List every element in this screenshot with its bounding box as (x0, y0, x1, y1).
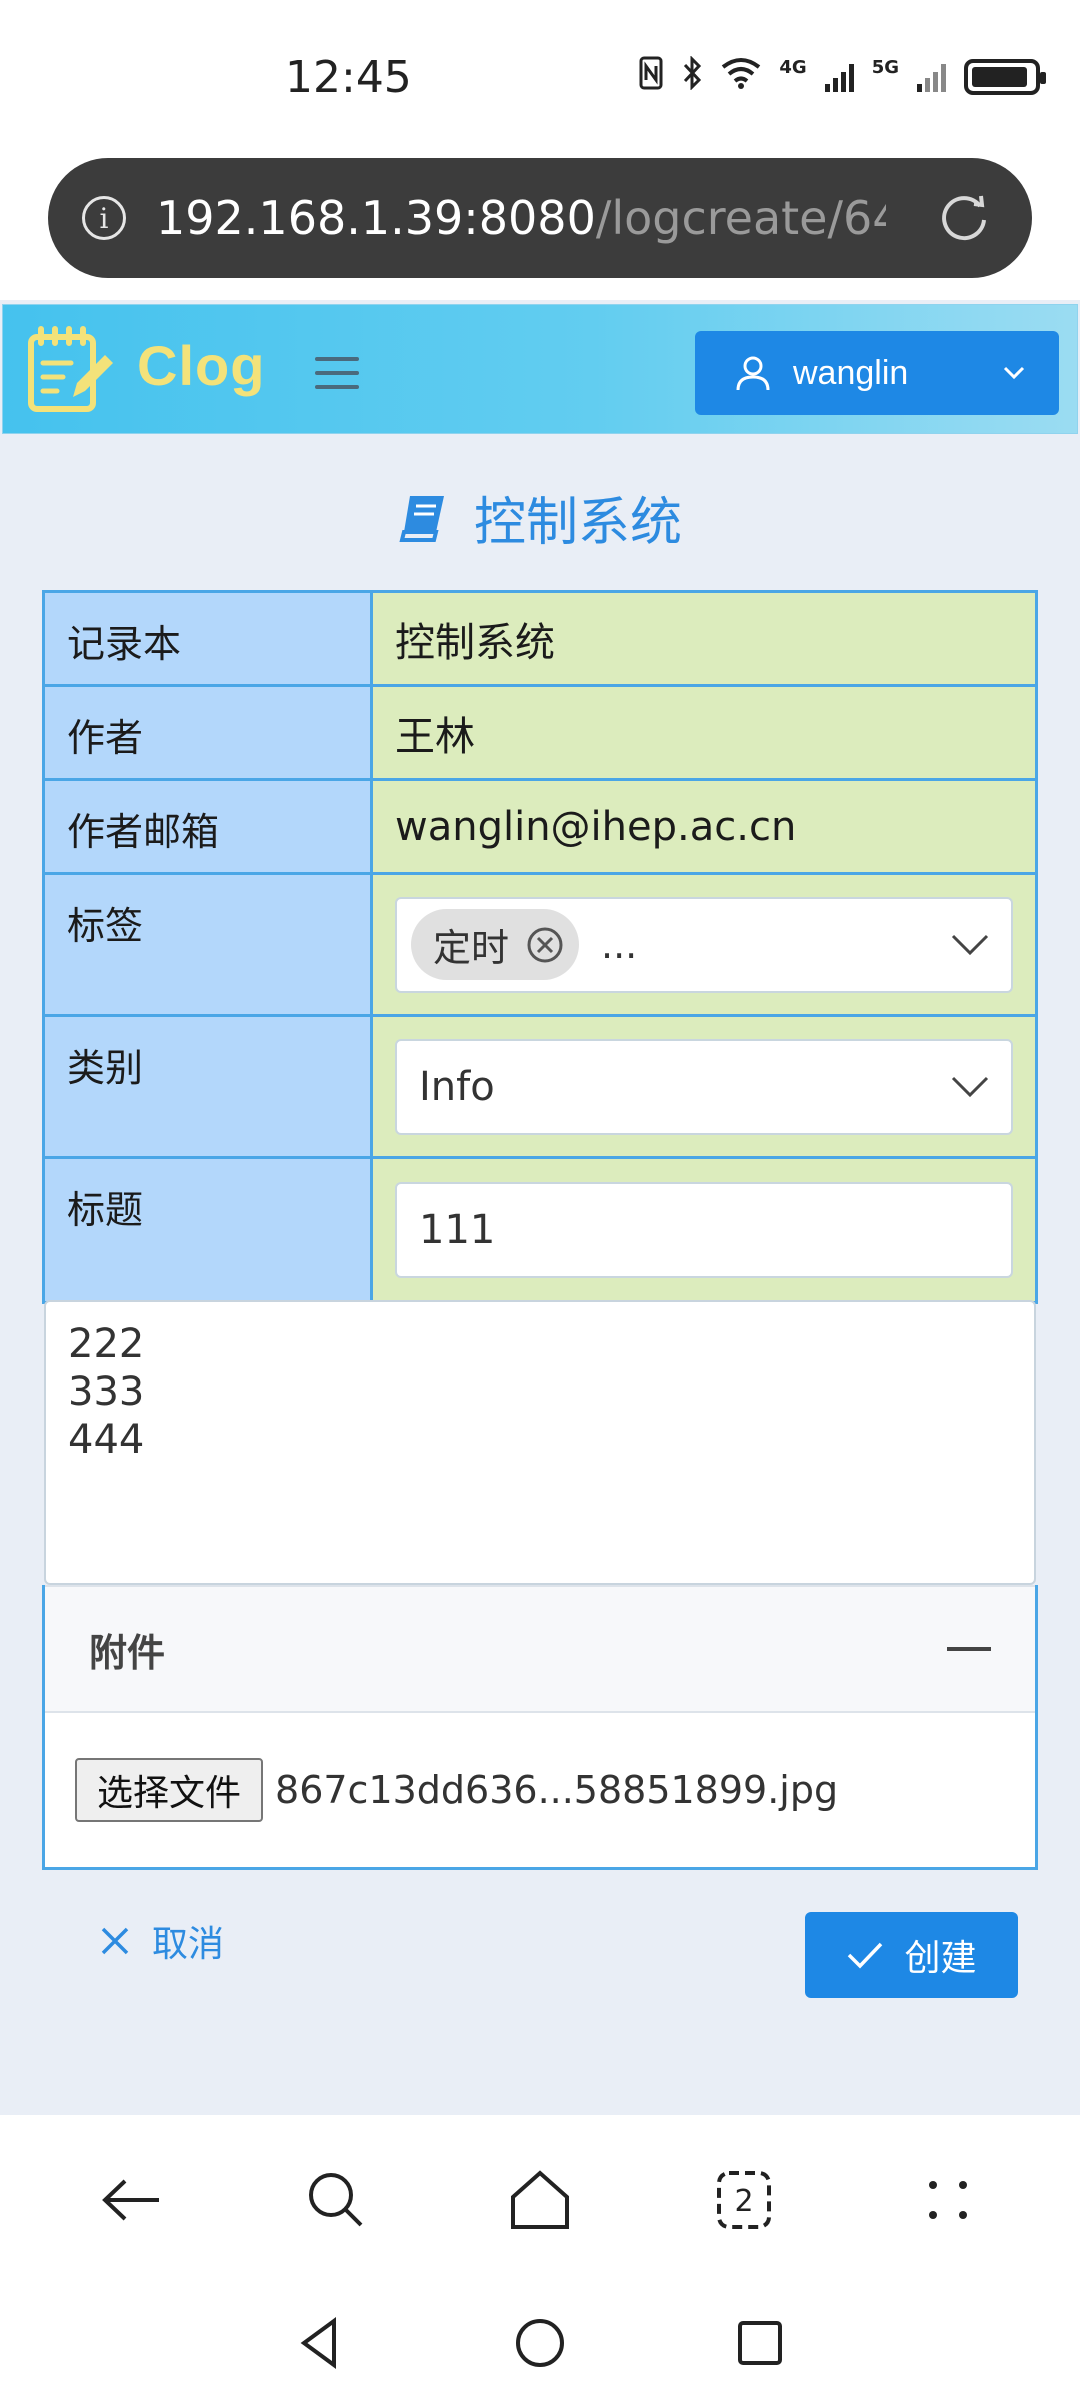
bluetooth-icon (681, 55, 703, 98)
network-5g-label: 5G (871, 56, 899, 78)
wifi-icon (721, 57, 761, 97)
info-icon[interactable]: i (82, 196, 126, 240)
category-label: 类别 (45, 1017, 373, 1156)
email-label: 作者邮箱 (45, 781, 373, 872)
form-row-title: 标题 111 (45, 1159, 1035, 1301)
back-arrow-icon (102, 2179, 159, 2221)
logbook-label: 记录本 (45, 593, 373, 684)
square-recents-icon (738, 2320, 782, 2365)
tags-label: 标签 (45, 875, 373, 1014)
choose-file-button[interactable]: 选择文件 (75, 1758, 264, 1822)
tabs-button[interactable]: 2 (699, 2155, 789, 2245)
battery-icon (964, 59, 1046, 95)
url-text[interactable]: 192.168.1.39:8080/logcreate/647e (156, 191, 886, 245)
email-value: wanglin@ihep.ac.cn (373, 781, 1035, 872)
book-icon (399, 495, 444, 542)
system-navigation-bar (0, 2285, 1080, 2400)
username: wanglin (793, 353, 909, 392)
form-row-email: 作者邮箱 wanglin@ihep.ac.cn (45, 781, 1035, 875)
attachments-panel: 附件 选择文件 867c13dd636...58851899.jpg (42, 1585, 1038, 1870)
title-input[interactable]: 111 (395, 1182, 1013, 1278)
cancel-label: 取消 (152, 1924, 225, 1965)
back-button[interactable] (87, 2155, 177, 2245)
create-button[interactable]: 创建 (805, 1912, 1018, 1998)
circle-home-icon (516, 2318, 564, 2367)
tabs-icon: 2 (717, 2171, 771, 2229)
title-label: 标题 (45, 1159, 373, 1301)
form-row-tags: 标签 定时 ... (45, 875, 1035, 1017)
user-icon (736, 356, 770, 391)
nfc-icon (639, 56, 663, 98)
attachments-header[interactable]: 附件 (45, 1585, 1035, 1713)
search-icon (309, 2173, 363, 2227)
logbook-logo-icon[interactable] (23, 323, 115, 415)
form-row-logbook: 记录本 控制系统 (45, 593, 1035, 687)
menu-icon[interactable] (315, 357, 359, 389)
log-form-table: 记录本 控制系统 作者 王林 作者邮箱 wanglin@ihep.ac.cn 标… (42, 590, 1038, 1304)
tabs-count: 2 (734, 2184, 753, 2219)
author-value: 王林 (373, 687, 1035, 778)
home-button[interactable] (495, 2155, 585, 2245)
tags-select[interactable]: 定时 ... (395, 896, 1013, 993)
content-textarea[interactable]: 222 333 444 (44, 1300, 1036, 1585)
home-icon (511, 2170, 569, 2229)
attachments-body: 选择文件 867c13dd636...58851899.jpg (45, 1713, 1035, 1867)
chevron-down-icon[interactable] (951, 934, 989, 956)
remove-tag-icon[interactable] (525, 925, 565, 965)
search-button[interactable] (291, 2155, 381, 2245)
category-cell: Info (373, 1017, 1035, 1156)
tags-more: ... (601, 922, 638, 967)
status-bar: 12:45 4G 5G (0, 0, 1080, 150)
signal-4g-icon (824, 62, 854, 92)
more-button[interactable] (903, 2155, 993, 2245)
url-bar[interactable]: i 192.168.1.39:8080/logcreate/647e (48, 158, 1032, 278)
url-path: /logcreate/647e (595, 191, 886, 245)
reload-icon[interactable] (936, 190, 992, 246)
form-row-category: 类别 Info (45, 1017, 1035, 1159)
chevron-down-icon (1003, 366, 1025, 380)
url-host: 192.168.1.39:8080 (156, 191, 596, 245)
more-icon (929, 2181, 967, 2219)
page-title-text: 控制系统 (473, 493, 682, 553)
app-name[interactable]: Clog (137, 333, 265, 398)
page-title: 控制系统 (0, 480, 1080, 555)
check-icon (848, 1942, 883, 1969)
nav-back-button[interactable] (290, 2313, 350, 2373)
close-icon (101, 1927, 129, 1955)
category-value: Info (419, 1063, 495, 1110)
network-4g-label: 4G (779, 56, 807, 78)
cancel-button[interactable]: 取消 (100, 1915, 224, 1967)
nav-home-button[interactable] (510, 2313, 570, 2373)
status-time: 12:45 (285, 52, 412, 103)
nav-recents-button[interactable] (730, 2313, 790, 2373)
status-icons: 4G 5G (639, 55, 1046, 98)
web-page: Clog wanglin 控制系统 记录本 控制系统 作者 王林 作者邮箱 wa… (0, 300, 1080, 2115)
user-menu-button[interactable]: wanglin (695, 331, 1059, 415)
content-line: 333 (68, 1369, 145, 1415)
browser-toolbar: 2 (0, 2115, 1080, 2285)
content-line: 444 (68, 1417, 145, 1463)
signal-5g-icon (917, 62, 946, 92)
author-label: 作者 (45, 687, 373, 778)
create-label: 创建 (904, 1938, 977, 1979)
file-name: 867c13dd636...58851899.jpg (275, 1768, 839, 1812)
logbook-value: 控制系统 (373, 593, 1035, 684)
triangle-back-icon (300, 2316, 336, 2369)
tags-cell: 定时 ... (373, 875, 1035, 1014)
tag-chip-label: 定时 (433, 926, 510, 970)
app-header: Clog wanglin (2, 304, 1078, 434)
category-select[interactable]: Info (395, 1038, 1013, 1135)
attachments-title: 附件 (89, 1630, 166, 1675)
title-cell: 111 (373, 1159, 1035, 1301)
chevron-down-icon[interactable] (951, 1076, 989, 1098)
form-row-author: 作者 王林 (45, 687, 1035, 781)
content-line: 222 (68, 1321, 145, 1367)
tag-chip: 定时 (411, 909, 580, 980)
collapse-icon[interactable] (947, 1647, 991, 1651)
